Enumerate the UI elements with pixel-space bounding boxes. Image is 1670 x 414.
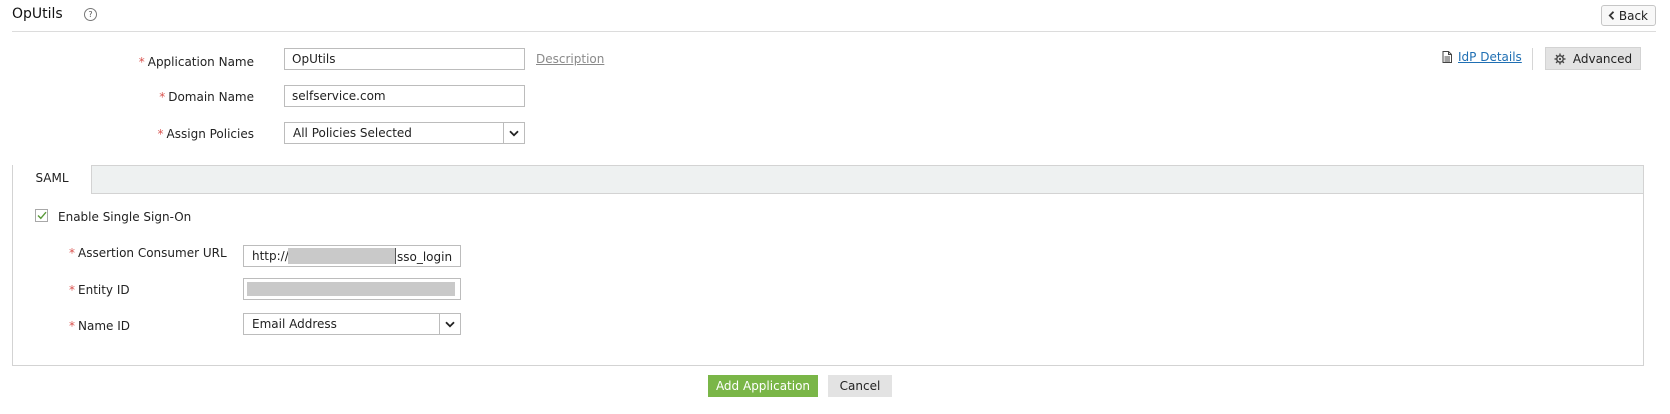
required-marker: * [159,90,166,104]
assign-policies-select[interactable]: All Policies Selected [284,122,525,144]
assign-policies-label-text: Assign Policies [166,127,254,141]
application-name-label-text: Application Name [147,55,254,69]
assign-policies-value: All Policies Selected [293,126,412,140]
chevron-down-icon[interactable] [503,123,524,143]
assign-policies-label: * Assign Policies [158,127,254,141]
required-marker: * [69,246,75,260]
domain-name-input[interactable]: selfservice.com [284,85,525,107]
required-marker: * [138,55,145,69]
required-marker: * [69,319,75,333]
name-id-label: * Name ID [69,319,130,333]
entity-id-label-text: Entity ID [78,283,130,297]
assertion-consumer-url-label-text: Assertion Consumer URL [78,246,227,260]
redacted-block [247,282,455,296]
cancel-button[interactable]: Cancel [828,375,892,397]
application-name-label: * Application Name [139,55,254,69]
assertion-consumer-url-label: * Assertion Consumer URL [69,246,227,260]
redacted-block [288,248,395,264]
back-button[interactable]: Back [1600,5,1656,26]
url-suffix: sso_login [395,248,453,264]
divider [1532,48,1533,70]
entity-id-input[interactable] [243,278,461,300]
required-marker: * [157,127,164,141]
assertion-consumer-url-input[interactable]: http:// sso_login [243,245,461,267]
name-id-value: Email Address [252,317,337,331]
enable-sso-label: Enable Single Sign-On [58,210,192,224]
application-name-input[interactable]: OpUtils [284,48,525,70]
back-button-label: Back [1618,8,1648,23]
page-title: OpUtils [12,6,63,22]
help-icon[interactable]: ? [84,8,97,21]
document-icon [1442,51,1452,63]
tab-bar: SAML [13,165,1643,194]
description-link[interactable]: Description [536,52,604,66]
chevron-left-icon [1608,11,1614,20]
entity-id-label: * Entity ID [69,283,130,297]
page-header: OpUtils ? Back [12,0,1656,32]
add-application-button[interactable]: Add Application [708,375,818,397]
enable-sso-checkbox[interactable] [35,209,48,222]
chevron-down-icon[interactable] [439,314,460,334]
saml-panel: SAML Enable Single Sign-On * Assertion Co… [12,165,1644,366]
checkmark-icon [37,211,47,220]
idp-details-link[interactable]: IdP Details [1442,50,1522,64]
name-id-label-text: Name ID [78,319,130,333]
domain-name-label: * Domain Name [159,90,254,104]
idp-details-label: IdP Details [1458,50,1522,64]
advanced-label: Advanced [1572,51,1633,66]
domain-name-label-text: Domain Name [168,90,254,104]
tab-saml[interactable]: SAML [13,165,92,194]
required-marker: * [69,283,75,297]
url-prefix: http:// [252,249,289,263]
name-id-select[interactable]: Email Address [243,313,461,335]
advanced-button[interactable]: Advanced [1545,47,1641,70]
gear-icon [1554,53,1566,64]
